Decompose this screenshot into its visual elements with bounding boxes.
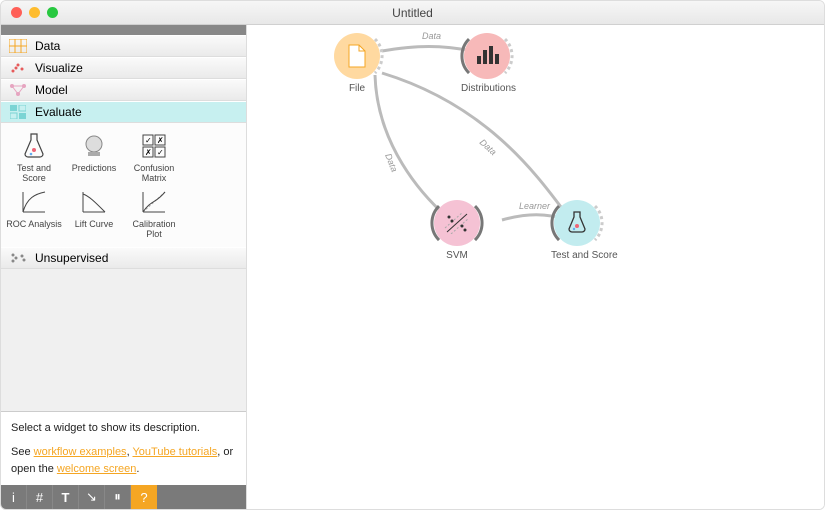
text-button[interactable]: T [53, 485, 79, 509]
node-distributions[interactable]: Distributions [461, 33, 513, 94]
sidebar-handle[interactable] [1, 25, 246, 35]
widget-confusion-matrix[interactable]: ✓ ✗ ✗ ✓ Confusion Matrix [125, 131, 183, 183]
arrow-icon: ↘ [86, 489, 97, 505]
node-label: File [331, 83, 383, 94]
window-controls [11, 7, 58, 18]
svg-text:✓: ✓ [157, 148, 164, 157]
widget-label: Confusion Matrix [134, 163, 175, 183]
matrix-icon: ✓ ✗ ✗ ✓ [135, 131, 173, 161]
minimize-window-button[interactable] [29, 7, 40, 18]
titlebar: Untitled [1, 1, 824, 25]
link-welcome-screen[interactable]: welcome screen [57, 463, 136, 475]
flask-icon [15, 131, 53, 161]
category-label: Evaluate [35, 105, 82, 119]
widget-lift-curve[interactable]: Lift Curve [65, 187, 123, 239]
widget-test-and-score[interactable]: Test and Score [5, 131, 63, 183]
node-label: Test and Score [551, 250, 603, 261]
widget-calibration-plot[interactable]: Calibration Plot [125, 187, 183, 239]
network-icon [7, 81, 29, 99]
help-button[interactable]: ? [131, 485, 157, 509]
node-label: SVM [431, 250, 483, 261]
help-icon: ? [140, 490, 147, 505]
close-window-button[interactable] [11, 7, 22, 18]
widget-label: Lift Curve [75, 219, 114, 229]
window-title: Untitled [392, 6, 433, 20]
canvas[interactable]: Data Data Data Learner File [247, 25, 824, 509]
node-file[interactable]: File [331, 33, 383, 94]
description-line1: Select a widget to show its description. [11, 420, 236, 437]
roc-icon [15, 187, 53, 217]
widget-label: Test and Score [17, 163, 51, 183]
hash-icon: # [36, 490, 43, 505]
grid-icon [7, 37, 29, 55]
link-youtube-tutorials[interactable]: YouTube tutorials [132, 446, 217, 458]
bottom-toolbar: i # T ↘ ⏸ ? [1, 485, 246, 509]
canvas-wires: Data Data Data Learner [247, 25, 824, 509]
category-data[interactable]: Data [1, 35, 246, 57]
description-panel: Select a widget to show its description.… [1, 411, 246, 486]
link-label: Learner [519, 201, 551, 211]
zoom-window-button[interactable] [47, 7, 58, 18]
category-unsupervised[interactable]: Unsupervised [1, 247, 246, 269]
category-label: Data [35, 39, 60, 53]
node-test-and-score[interactable]: Test and Score [551, 200, 603, 261]
widget-roc-analysis[interactable]: ROC Analysis [5, 187, 63, 239]
calib-icon [135, 187, 173, 217]
category-model[interactable]: Model [1, 79, 246, 101]
widget-label: ROC Analysis [6, 219, 62, 229]
pause-button[interactable]: ⏸ [105, 485, 131, 509]
arrow-button[interactable]: ↘ [79, 485, 105, 509]
widget-label: Calibration Plot [132, 219, 175, 239]
pause-icon: ⏸ [114, 489, 121, 505]
svg-text:✗: ✗ [157, 136, 164, 145]
link-workflow-examples[interactable]: workflow examples [34, 446, 127, 458]
svg-text:✓: ✓ [145, 136, 152, 145]
cluster-icon [7, 249, 29, 267]
node-svm[interactable]: SVM [431, 200, 483, 261]
info-icon: i [12, 490, 15, 505]
category-label: Visualize [35, 61, 83, 75]
node-label: Distributions [461, 83, 513, 94]
evaluate-widget-panel: Test and Score Predictions ✓ ✗ ✗ ✓ Confusio… [1, 123, 246, 247]
link-file-test[interactable] [382, 73, 567, 215]
grid-button[interactable]: # [27, 485, 53, 509]
widget-label: Predictions [72, 163, 117, 173]
link-file-dist[interactable] [382, 47, 472, 52]
category-visualize[interactable]: Visualize [1, 57, 246, 79]
text-icon: T [62, 490, 70, 505]
info-button[interactable]: i [1, 485, 27, 509]
link-label: Data [478, 137, 499, 157]
category-label: Unsupervised [35, 251, 108, 265]
scatter-icon [7, 59, 29, 77]
sidebar: Data Visualize Model Evaluate [1, 25, 247, 509]
category-label: Model [35, 83, 68, 97]
lift-icon [75, 187, 113, 217]
widget-predictions[interactable]: Predictions [65, 131, 123, 183]
crystal-icon [75, 131, 113, 161]
category-evaluate[interactable]: Evaluate [1, 101, 246, 123]
description-line2: See workflow examples, YouTube tutorials… [11, 444, 236, 477]
svg-text:✗: ✗ [145, 148, 152, 157]
matrix-icon [7, 103, 29, 121]
link-label: Data [422, 31, 441, 41]
